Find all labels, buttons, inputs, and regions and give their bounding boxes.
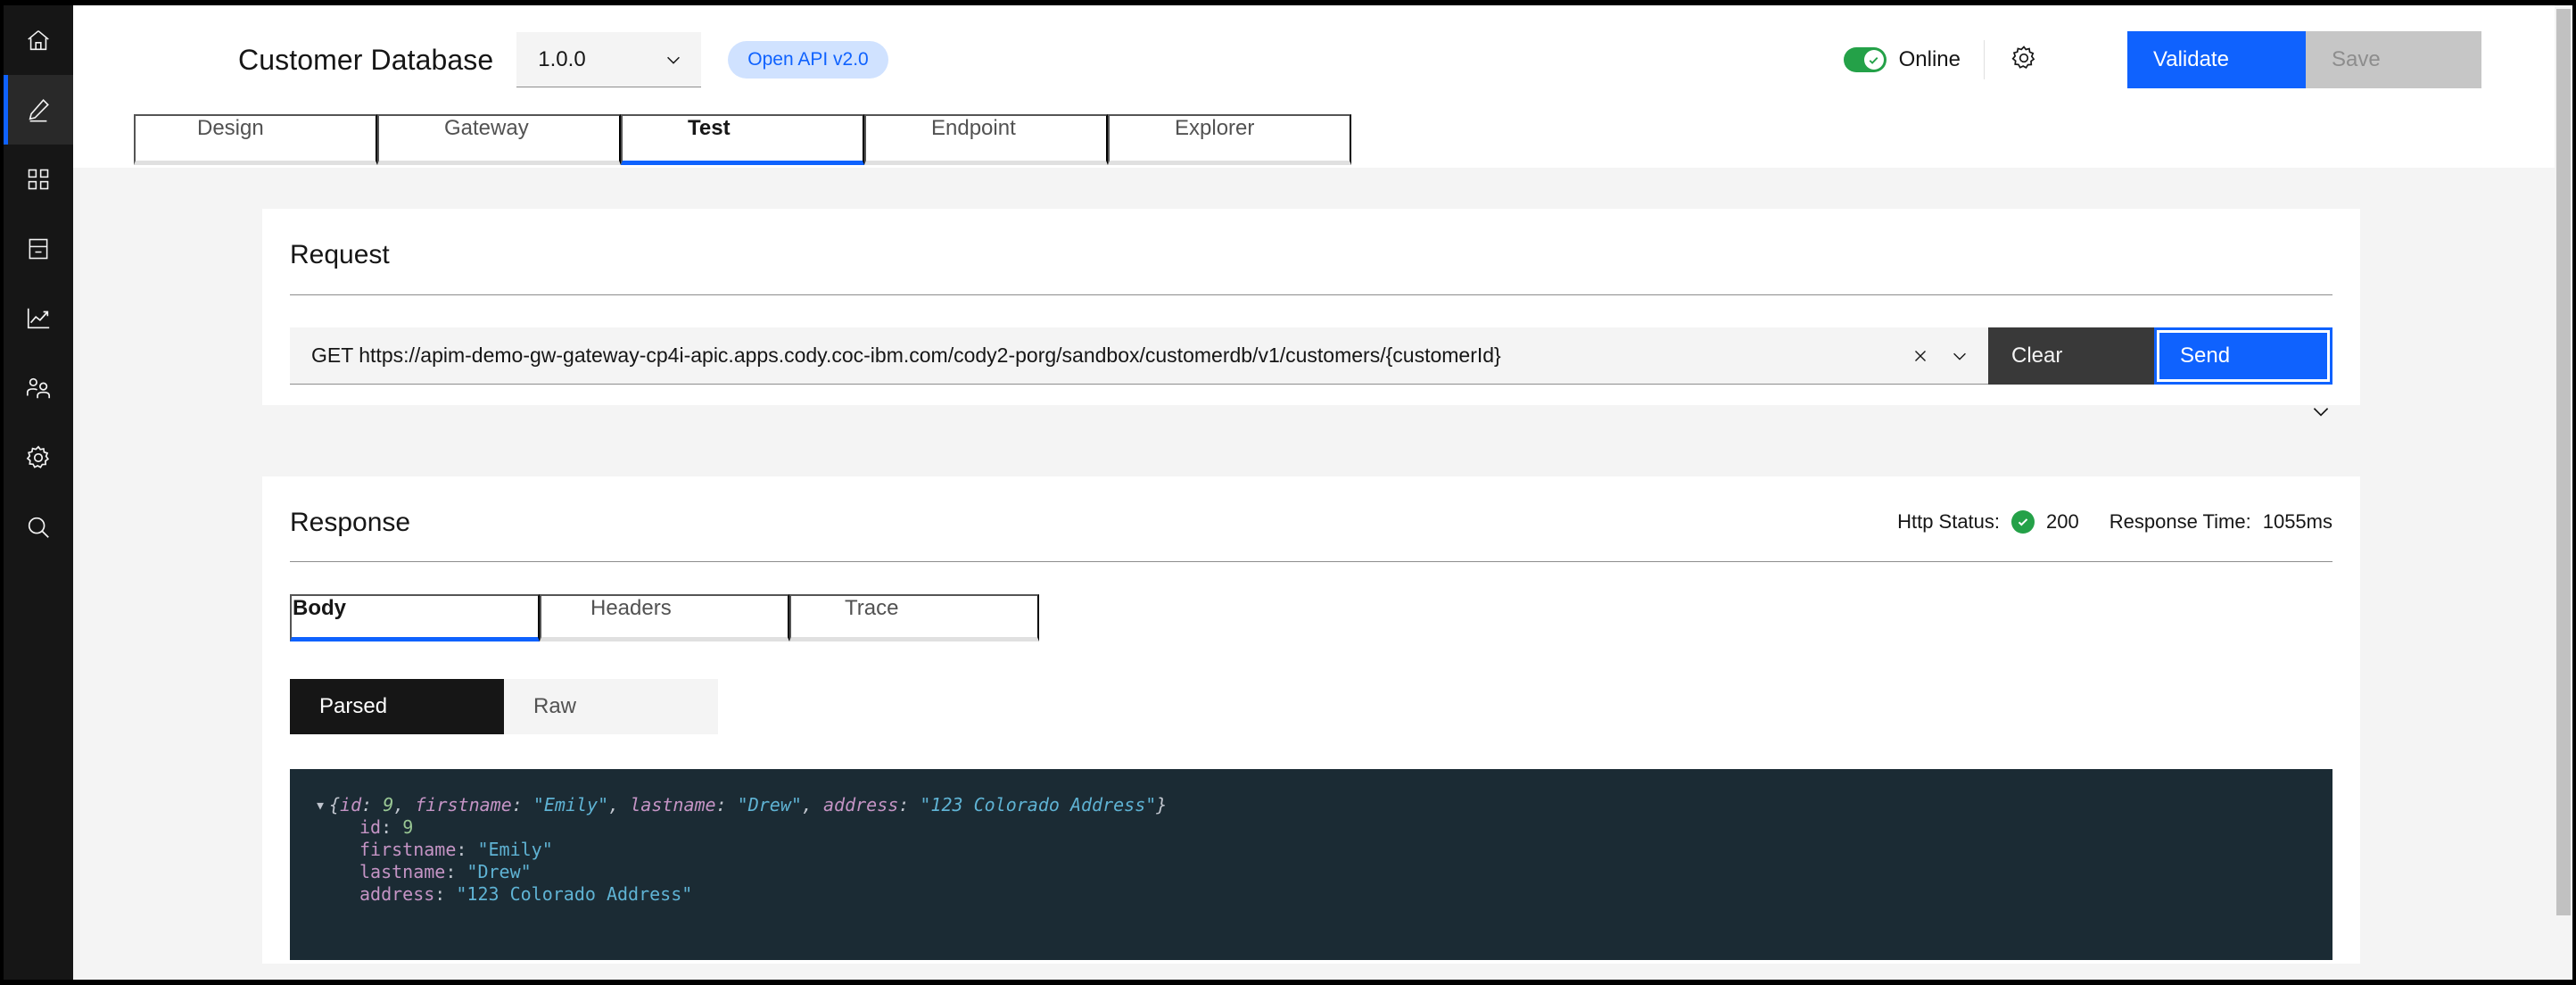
vertical-scrollbar[interactable] [2555,5,2572,980]
json-body-viewer[interactable]: ▾{id: 9, firstname: "Emily", lastname: "… [290,769,2332,960]
format-parsed-button[interactable]: Parsed [290,679,504,734]
toggle-knob [1864,50,1884,70]
sidebar-item-search[interactable] [4,492,73,562]
search-icon [25,514,52,541]
request-url-value: GET https://apim-demo-gw-gateway-cp4i-ap… [311,344,1901,368]
response-meta: Http Status: 200 Response Time: 1055ms [1897,510,2332,538]
response-time-label: Response Time: [2110,510,2251,534]
sidebar-item-members[interactable] [4,353,73,423]
database-icon [26,236,51,261]
response-time: Response Time: 1055ms [2110,510,2332,534]
pencil-icon [25,96,52,123]
send-button[interactable]: Send [2154,327,2332,385]
save-button[interactable]: Save [2306,31,2481,88]
json-row: address: "123 Colorado Address" [290,883,2332,906]
chevron-down-icon [664,50,683,70]
collapse-caret-icon[interactable]: ▾ [315,794,329,816]
toggle-track [1844,47,1887,72]
online-label: Online [1899,47,1961,72]
version-select[interactable]: 1.0.0 [516,32,701,87]
chevron-down-icon[interactable] [2309,400,2332,423]
request-panel-title: Request [262,209,2360,270]
home-icon [25,27,52,54]
chevron-down-icon[interactable] [1940,346,1979,366]
response-panel: Response Http Status: 200 Response Time: [262,476,2360,964]
http-status: Http Status: 200 [1897,510,2079,534]
json-row: firstname: "Emily" [290,839,2332,861]
request-expand-toggle [262,385,2360,423]
gear-icon [2010,44,2038,77]
response-header-row: Response Http Status: 200 Response Time: [262,476,2360,538]
tab-design[interactable]: Design [134,114,377,165]
divider [290,561,2332,562]
format-raw-button[interactable]: Raw [504,679,718,734]
primary-tabs: Design Gateway Test Endpoint Explorer [73,114,2555,168]
version-value: 1.0.0 [538,47,585,72]
request-panel: Request GET https://apim-demo-gw-gateway… [262,209,2360,405]
json-row: lastname: "Drew" [290,861,2332,883]
response-time-value: 1055ms [2263,510,2332,534]
page-title: Customer Database [238,44,493,77]
header-actions: Online Validate Save [1844,5,2555,114]
http-status-label: Http Status: [1897,510,2000,534]
json-summary-line[interactable]: ▾{id: 9, firstname: "Emily", lastname: "… [290,794,2332,816]
request-url-input[interactable]: GET https://apim-demo-gw-gateway-cp4i-ap… [290,327,1988,385]
clear-button[interactable]: Clear [1988,327,2154,385]
tab-headers[interactable]: Headers [540,594,789,641]
openapi-version-badge[interactable]: Open API v2.0 [728,41,888,79]
sidebar-item-design[interactable] [4,75,73,145]
scrollbar-thumb[interactable] [2556,9,2571,915]
sidebar-item-analytics[interactable] [4,284,73,353]
http-status-value: 200 [2046,510,2079,534]
analytics-icon [25,305,52,332]
tab-test[interactable]: Test [621,114,864,165]
body-format-toggle: Parsed Raw [290,679,2360,734]
response-panel-title: Response [290,508,410,538]
tab-trace[interactable]: Trace [789,594,1039,641]
json-rows: id: 9firstname: "Emily"lastname: "Drew"a… [290,816,2332,906]
close-icon[interactable] [1901,346,1940,366]
json-row: id: 9 [290,816,2332,839]
divider [290,294,2332,295]
tab-gateway[interactable]: Gateway [377,114,621,165]
app-header: Customer Database 1.0.0 Open API v2.0 [73,5,2555,114]
sidebar-item-catalog[interactable] [4,214,73,284]
sidebar-item-settings[interactable] [4,423,73,492]
request-row: GET https://apim-demo-gw-gateway-cp4i-ap… [290,327,2332,385]
left-nav-rail [4,5,73,980]
gear-icon [25,444,52,471]
main-content: Request GET https://apim-demo-gw-gateway… [73,168,2555,980]
status-success-icon [2011,510,2035,534]
tab-explorer[interactable]: Explorer [1108,114,1351,165]
sidebar-item-apps[interactable] [4,145,73,214]
app-window: Customer Database 1.0.0 Open API v2.0 [4,5,2572,980]
tab-endpoint[interactable]: Endpoint [864,114,1108,165]
users-icon [25,375,52,401]
tab-body[interactable]: Body [290,594,540,641]
validate-button[interactable]: Validate [2127,31,2306,88]
response-tabs: Body Headers Trace [290,594,1039,641]
grid-icon [26,167,51,192]
overflow-menu-button[interactable] [2481,31,2555,88]
settings-button[interactable] [1984,40,2038,79]
online-toggle[interactable]: Online [1844,47,1961,72]
sidebar-item-home[interactable] [4,5,73,75]
